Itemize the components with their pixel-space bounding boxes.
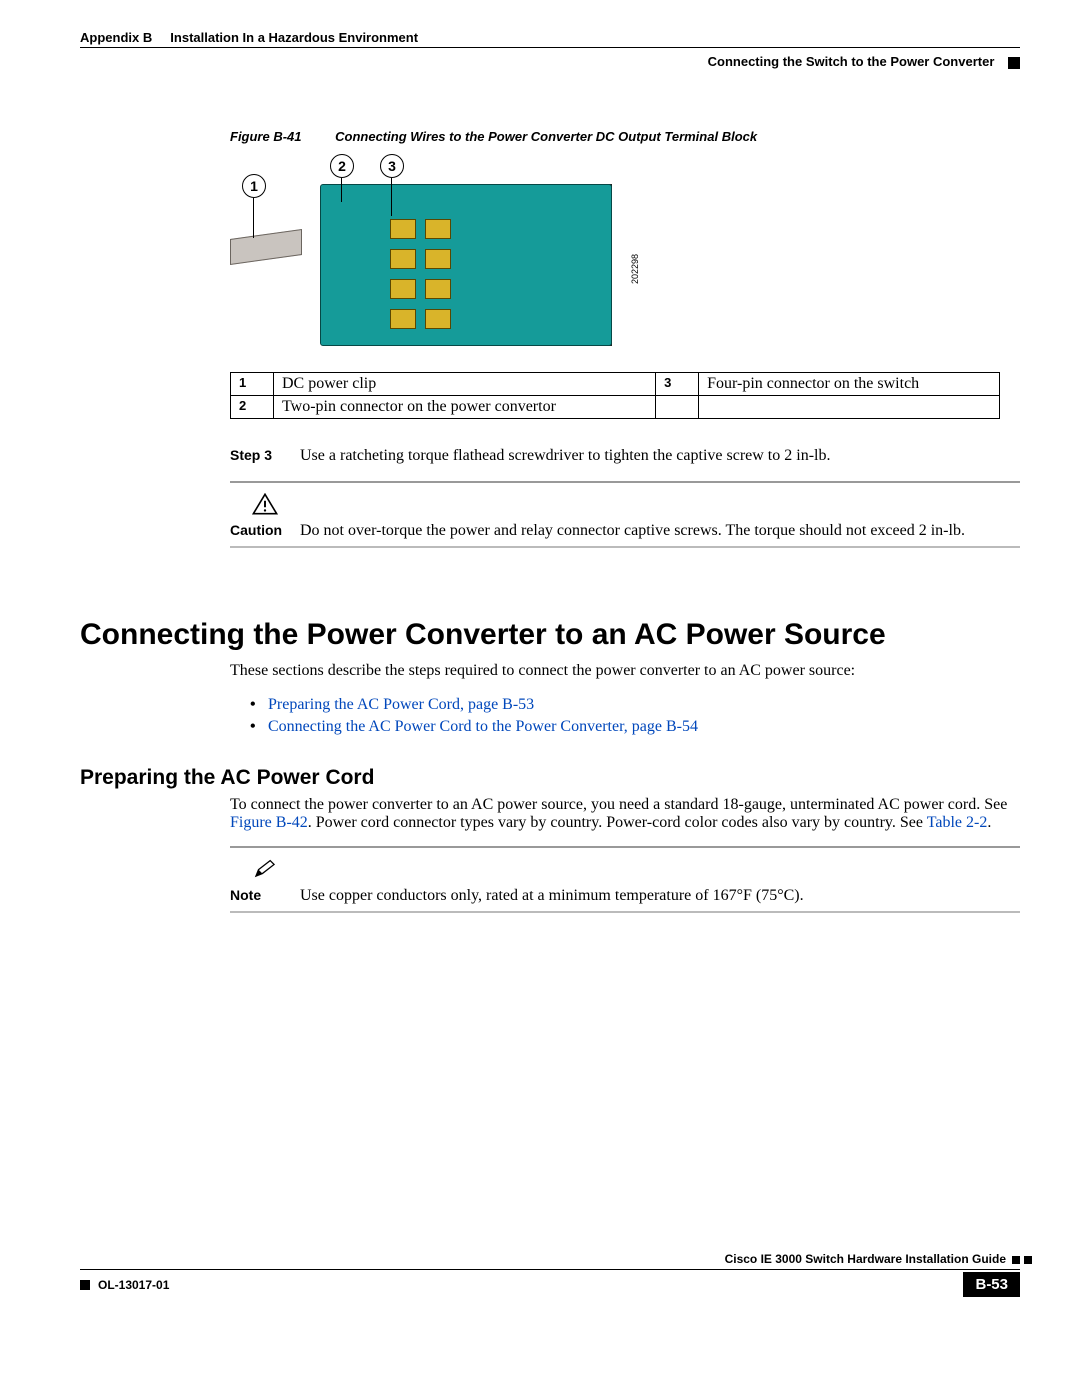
device-body: [320, 184, 612, 346]
part-num: 2: [231, 396, 274, 419]
xref-link[interactable]: Connecting the AC Power Cord to the Powe…: [268, 718, 698, 735]
part-desc: Two-pin connector on the power convertor: [274, 396, 656, 419]
note-text: Use copper conductors only, rated at a m…: [300, 887, 1020, 905]
part-desc: [699, 396, 1000, 419]
footer-rule: [80, 1269, 1020, 1270]
footer-book-title: Cisco IE 3000 Switch Hardware Installati…: [80, 1252, 1020, 1266]
port-icon: [390, 279, 416, 299]
figure-title: Connecting Wires to the Power Converter …: [335, 129, 757, 144]
list-item: Preparing the AC Power Cord, page B-53: [250, 696, 1020, 714]
step-row: Step 3 Use a ratcheting torque flathead …: [230, 447, 1020, 465]
appendix-title: Installation In a Hazardous Environment: [170, 30, 418, 45]
xref-link[interactable]: Preparing the AC Power Cord, page B-53: [268, 696, 534, 713]
warning-icon: [230, 493, 300, 520]
page-footer: Cisco IE 3000 Switch Hardware Installati…: [80, 1252, 1020, 1297]
callout-1: 1: [242, 174, 266, 198]
parts-table: 1 DC power clip 3 Four-pin connector on …: [230, 372, 1000, 419]
xref-link[interactable]: Figure B-42: [230, 814, 308, 831]
note-label: Note: [230, 887, 300, 903]
part-desc: DC power clip: [274, 373, 656, 396]
prep-paragraph: To connect the power converter to an AC …: [230, 796, 1020, 832]
text: . Power cord connector types vary by cou…: [308, 814, 927, 831]
figure-caption: Figure B-41 Connecting Wires to the Powe…: [230, 129, 1020, 144]
xref-link[interactable]: Table 2-2: [927, 814, 988, 831]
dc-power-clip: [230, 229, 302, 265]
port-icon: [390, 249, 416, 269]
figure-label: Figure B-41: [230, 129, 302, 144]
list-item: Connecting the AC Power Cord to the Powe…: [250, 718, 1020, 736]
page-header-left: Appendix B Installation In a Hazardous E…: [80, 30, 1020, 47]
heading-ac-power-source: Connecting the Power Converter to an AC …: [80, 618, 1020, 652]
footer-doc-id: OL-13017-01: [80, 1278, 169, 1292]
heading-preparing-ac-cord: Preparing the AC Power Cord: [80, 766, 1020, 790]
intro-paragraph: These sections describe the steps requir…: [230, 662, 1020, 680]
text: .: [987, 814, 991, 831]
port-icon: [390, 309, 416, 329]
note-rule-bottom: [230, 911, 1020, 913]
step-text: Use a ratcheting torque flathead screwdr…: [300, 447, 1020, 465]
port-icon: [390, 219, 416, 239]
part-desc: Four-pin connector on the switch: [699, 373, 1000, 396]
part-num: 1: [231, 373, 274, 396]
port-icon: [425, 309, 451, 329]
figure-image-id: 202298: [630, 254, 640, 284]
callout-line-icon: [341, 178, 342, 202]
part-num: 3: [656, 373, 699, 396]
callout-line-icon: [253, 198, 254, 238]
step-label: Step 3: [230, 447, 300, 463]
section-title: Connecting the Switch to the Power Conve…: [708, 54, 995, 69]
link-list: Preparing the AC Power Cord, page B-53 C…: [250, 696, 1020, 736]
parts-table-wrap: 1 DC power clip 3 Four-pin connector on …: [230, 372, 1020, 419]
caution-block: Caution Do not over-torque the power and…: [230, 493, 1020, 540]
port-icon: [425, 279, 451, 299]
port-icon: [425, 219, 451, 239]
appendix-label: Appendix B: [80, 30, 152, 45]
caution-label: Caution: [230, 522, 300, 538]
port-icon: [425, 249, 451, 269]
part-num: [656, 396, 699, 419]
note-rule-top: [230, 846, 1020, 848]
text: To connect the power converter to an AC …: [230, 796, 1007, 813]
page-number: B-53: [963, 1272, 1020, 1297]
table-row: 1 DC power clip 3 Four-pin connector on …: [231, 373, 1000, 396]
figure-illustration: 1 2 3 202298: [230, 154, 630, 354]
caution-rule-top: [230, 481, 1020, 483]
note-block: Note Use copper conductors only, rated a…: [230, 858, 1020, 905]
callout-3: 3: [380, 154, 404, 178]
caution-text: Do not over-torque the power and relay c…: [300, 522, 1020, 540]
callout-line-icon: [391, 178, 392, 216]
table-row: 2 Two-pin connector on the power convert…: [231, 396, 1000, 419]
note-icon: [230, 858, 300, 885]
caution-rule-bottom: [230, 546, 1020, 548]
callout-2: 2: [330, 154, 354, 178]
page-header-right: Connecting the Switch to the Power Conve…: [80, 48, 1020, 69]
